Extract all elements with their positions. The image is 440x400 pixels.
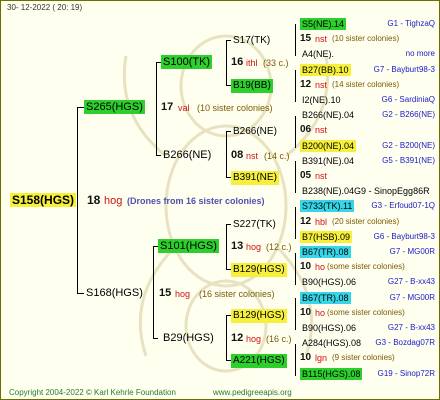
node-b266[interactable]: B266(NE) (231, 125, 279, 139)
drone-type-13: hbl (315, 217, 328, 227)
s168-drone-type: hog (175, 289, 191, 299)
s101-drone-type: hog (246, 242, 262, 252)
pedigree-frame: 30- 12-2022 ( 20: 19) S158(HGS) 18 hog (… (0, 0, 440, 400)
s100-drone-type: ithl (246, 58, 258, 68)
node-s17tk[interactable]: S17(TK) (231, 34, 272, 48)
ancestor-12[interactable]: S733(TK).11 (300, 200, 355, 212)
s168-drone-number: 15 (159, 287, 172, 299)
drone-type-19: ho (315, 308, 326, 318)
ancestor-origin-17: G27 - B-xx43 (387, 277, 435, 286)
ancestor-origin-2: no more (405, 49, 435, 58)
root-queen[interactable]: S158(HGS) (10, 193, 77, 207)
copyright: Copyright 2004-2022 © Karl Kehrle Founda… (9, 388, 176, 397)
s168-drone-note: (16 sister colonies) (199, 289, 275, 299)
drone-number-7: 06 (300, 124, 312, 135)
node-s100[interactable]: S100(TK) (161, 55, 213, 69)
node-b19bb[interactable]: B19(BB) (231, 79, 273, 93)
node-s265[interactable]: S265(HGS) (84, 100, 145, 114)
root-drone-number: 18 (87, 193, 101, 207)
ancestor-0[interactable]: S5(NE).14 (300, 18, 347, 30)
ancestor-origin-23: G19 - Sinop72R (377, 369, 435, 378)
ancestor-17[interactable]: B90(HGS).06 (300, 276, 358, 288)
root-drone-type: hog (104, 195, 123, 207)
drone-type-4: nst (315, 80, 328, 90)
ancestor-origin-3: G7 - Bayburt98-3 (373, 65, 435, 74)
drone-number-4: 12 (300, 79, 312, 90)
node-b129b[interactable]: B129(HGS) (231, 309, 287, 323)
ancestor-origin-8: G2 - B200(NE) (382, 141, 435, 150)
ancestor-11[interactable]: B238(NE).04G9 - SinopEgg86R (300, 185, 432, 197)
s101-drone-note: (12 c.) (266, 242, 292, 252)
ancestor-origin-15: G7 - MG00R (389, 247, 435, 256)
drone-note-16: (some sister colonies) (327, 262, 405, 271)
b29-drone-note: (16 c.) (266, 334, 292, 344)
ancestor-21[interactable]: A284(HGS).08 (300, 337, 363, 349)
node-b391[interactable]: B391(NE) (231, 171, 279, 185)
ancestor-origin-18: G7 - MG00R (389, 293, 435, 302)
ancestor-9[interactable]: B391(NE).04 (300, 155, 356, 167)
ancestor-origin-21: G3 - Bozdag07R (375, 338, 435, 347)
b266ne-drone-type: nst (246, 151, 259, 161)
s100-drone-number: 16 (231, 56, 244, 68)
ancestor-2[interactable]: A4(NE). (300, 48, 336, 60)
ancestor-origin-14: G6 - Bayburt98-3 (373, 232, 435, 241)
b29-drone-type: hog (246, 334, 262, 344)
ancestor-6[interactable]: B266(NE).04 (300, 109, 356, 121)
node-b29[interactable]: B29(HGS) (161, 331, 216, 345)
drone-note-22: (9 sister colonies) (332, 353, 395, 362)
s265-drone-number: 17 (161, 101, 174, 113)
s265-drone-note: (10 sister colonies) (197, 103, 273, 113)
drone-note-19: (some sister colonies) (327, 308, 405, 317)
drone-number-16: 10 (300, 261, 312, 272)
site-link[interactable]: www.pedigreeapis.org (213, 387, 292, 399)
node-b129[interactable]: B129(HGS) (231, 263, 287, 277)
drone-type-10: nst (315, 171, 328, 181)
drone-number-1: 15 (300, 33, 312, 44)
ancestor-origin-12: G3 - Erfoud07-1Q (371, 201, 435, 210)
node-s168[interactable]: S168(HGS) (84, 286, 145, 300)
drone-number-22: 10 (300, 352, 312, 363)
drone-note-1: (10 sister colonies) (332, 34, 400, 43)
ancestor-20[interactable]: B90(HGS).06 (300, 322, 358, 334)
ancestor-origin-9: G5 - B391(NE) (382, 156, 435, 165)
node-a221[interactable]: A221(HGS) (231, 354, 287, 368)
ancestor-18[interactable]: B67(TR).08 (300, 292, 351, 304)
ancestor-23[interactable]: B115(HGS).08 (300, 368, 363, 380)
drone-number-13: 12 (300, 216, 312, 227)
s101-drone-number: 13 (231, 240, 244, 252)
root-drone-note: (Drones from 16 sister colonies) (127, 196, 265, 206)
drone-note-4: (14 sister colonies) (332, 80, 400, 89)
drone-type-22: lgn (315, 353, 328, 363)
drone-type-7: nst (315, 125, 328, 135)
drone-note-13: (20 sister colonies) (332, 217, 400, 226)
s100-drone-note: (33 c.) (263, 58, 289, 68)
ancestor-origin-20: G27 - B-xx43 (387, 323, 435, 332)
ancestor-14[interactable]: B7(HSB).09 (300, 231, 353, 243)
ancestor-8[interactable]: B200(NE).04 (300, 140, 357, 152)
drone-number-10: 05 (300, 170, 312, 181)
b266ne-drone-number: 08 (231, 149, 244, 161)
drone-type-16: ho (315, 262, 326, 272)
s265-drone-type: val (178, 103, 190, 113)
drone-type-1: nst (315, 34, 328, 44)
node-s227[interactable]: S227(TK) (231, 218, 278, 232)
b266ne-drone-note: (14 c.) (264, 151, 290, 161)
ancestor-origin-0: G1 - TighzaQ (387, 19, 435, 28)
header-date: 30- 12-2022 ( 20: 19) (7, 3, 83, 12)
ancestor-5[interactable]: I2(NE).10 (300, 94, 343, 106)
ancestor-origin-5: G6 - SardiniaQ (381, 95, 435, 104)
ancestor-3[interactable]: B27(BB).10 (300, 64, 351, 76)
drone-number-19: 10 (300, 307, 312, 318)
b29-drone-number: 12 (231, 332, 244, 344)
ancestor-origin-6: G2 - B266(NE) (382, 110, 435, 119)
node-b266ne[interactable]: B266(NE) (161, 148, 213, 162)
node-s101[interactable]: S101(HGS) (158, 239, 219, 253)
ancestor-15[interactable]: B67(TR).08 (300, 246, 351, 258)
